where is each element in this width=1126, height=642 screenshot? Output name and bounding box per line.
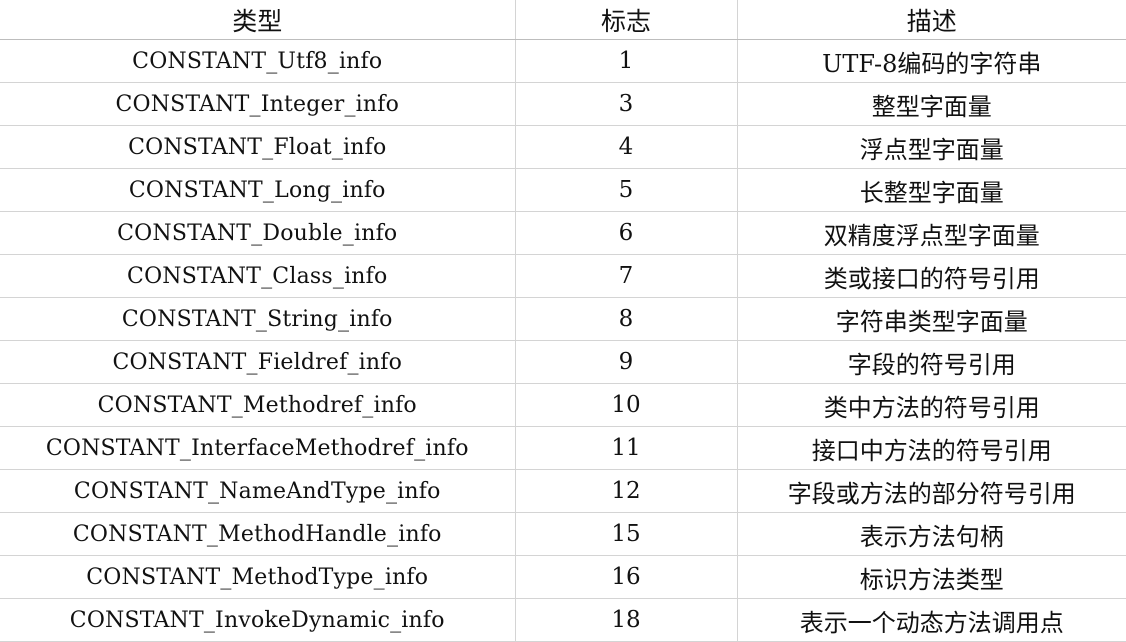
table-row: CONSTANT_MethodType_info 16 标识方法类型	[0, 555, 1126, 599]
type-cell: CONSTANT_NameAndType_info	[0, 469, 515, 513]
type-cell: CONSTANT_String_info	[0, 297, 515, 341]
column-header-type: 类型	[0, 0, 515, 40]
table-row: CONSTANT_String_info 8 字符串类型字面量	[0, 297, 1126, 341]
table-row: CONSTANT_NameAndType_info 12 字段或方法的部分符号引…	[0, 469, 1126, 513]
type-cell: CONSTANT_Double_info	[0, 211, 515, 255]
tag-cell: 18	[514, 598, 737, 642]
tag-cell: 10	[514, 383, 737, 427]
table-row: CONSTANT_InterfaceMethodref_info 11 接口中方…	[0, 426, 1126, 470]
type-cell: CONSTANT_Utf8_info	[0, 39, 515, 83]
column-header-tag: 标志	[514, 0, 737, 40]
constant-pool-table: 类型 标志 描述 CONSTANT_Utf8_info 1 UTF-8编码的字符…	[0, 0, 1126, 642]
table-row: CONSTANT_Class_info 7 类或接口的符号引用	[0, 254, 1126, 298]
tag-cell: 9	[514, 340, 737, 384]
description-cell: 接口中方法的符号引用	[736, 426, 1126, 470]
table-row: CONSTANT_MethodHandle_info 15 表示方法句柄	[0, 512, 1126, 556]
description-cell: 表示一个动态方法调用点	[736, 598, 1126, 642]
column-header-description: 描述	[736, 0, 1126, 40]
description-cell: 整型字面量	[736, 82, 1126, 126]
type-cell: CONSTANT_Float_info	[0, 125, 515, 169]
type-cell: CONSTANT_InvokeDynamic_info	[0, 598, 515, 642]
description-cell: 浮点型字面量	[736, 125, 1126, 169]
type-cell: CONSTANT_Class_info	[0, 254, 515, 298]
description-cell: 字段的符号引用	[736, 340, 1126, 384]
tag-cell: 16	[514, 555, 737, 599]
type-cell: CONSTANT_Fieldref_info	[0, 340, 515, 384]
table-row: CONSTANT_InvokeDynamic_info 18 表示一个动态方法调…	[0, 598, 1126, 642]
tag-cell: 3	[514, 82, 737, 126]
type-cell: CONSTANT_MethodType_info	[0, 555, 515, 599]
table-row: CONSTANT_Methodref_info 10 类中方法的符号引用	[0, 383, 1126, 427]
description-cell: 类或接口的符号引用	[736, 254, 1126, 298]
type-cell: CONSTANT_Methodref_info	[0, 383, 515, 427]
description-cell: 字符串类型字面量	[736, 297, 1126, 341]
tag-cell: 1	[514, 39, 737, 83]
description-cell: 类中方法的符号引用	[736, 383, 1126, 427]
description-cell: 双精度浮点型字面量	[736, 211, 1126, 255]
type-cell: CONSTANT_MethodHandle_info	[0, 512, 515, 556]
tag-cell: 6	[514, 211, 737, 255]
type-cell: CONSTANT_InterfaceMethodref_info	[0, 426, 515, 470]
table-row: CONSTANT_Utf8_info 1 UTF-8编码的字符串	[0, 39, 1126, 83]
tag-cell: 8	[514, 297, 737, 341]
description-cell: 长整型字面量	[736, 168, 1126, 212]
tag-cell: 5	[514, 168, 737, 212]
description-cell: 表示方法句柄	[736, 512, 1126, 556]
tag-cell: 12	[514, 469, 737, 513]
table-row: CONSTANT_Integer_info 3 整型字面量	[0, 82, 1126, 126]
table-header-row: 类型 标志 描述	[0, 0, 1126, 40]
table-row: CONSTANT_Double_info 6 双精度浮点型字面量	[0, 211, 1126, 255]
description-cell: UTF-8编码的字符串	[736, 39, 1126, 83]
description-cell: 标识方法类型	[736, 555, 1126, 599]
type-cell: CONSTANT_Integer_info	[0, 82, 515, 126]
description-cell: 字段或方法的部分符号引用	[736, 469, 1126, 513]
table-row: CONSTANT_Long_info 5 长整型字面量	[0, 168, 1126, 212]
tag-cell: 7	[514, 254, 737, 298]
tag-cell: 11	[514, 426, 737, 470]
table-row: CONSTANT_Float_info 4 浮点型字面量	[0, 125, 1126, 169]
table-row: CONSTANT_Fieldref_info 9 字段的符号引用	[0, 340, 1126, 384]
tag-cell: 15	[514, 512, 737, 556]
type-cell: CONSTANT_Long_info	[0, 168, 515, 212]
tag-cell: 4	[514, 125, 737, 169]
